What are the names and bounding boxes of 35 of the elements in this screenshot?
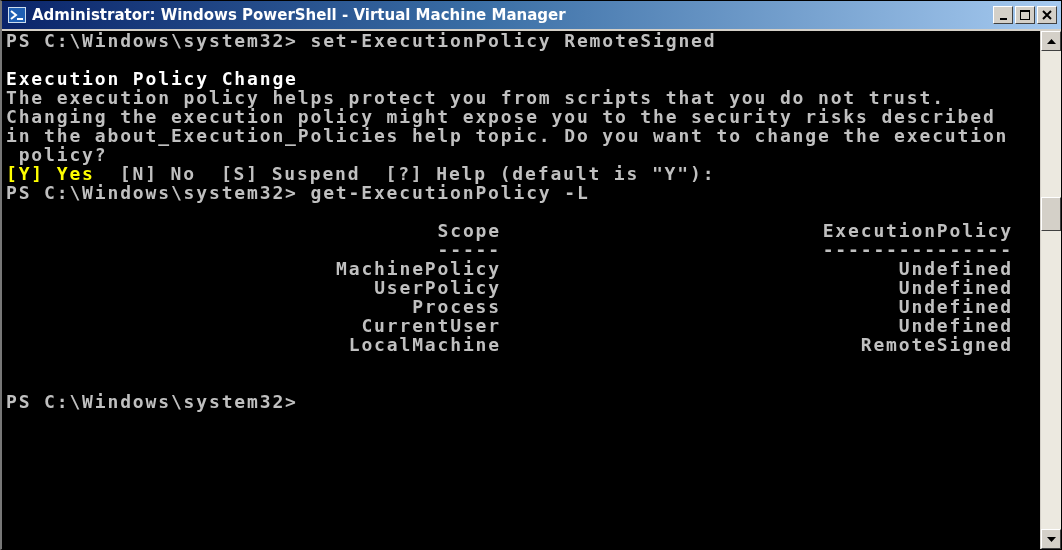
scrollbar-thumb[interactable] bbox=[1041, 197, 1061, 231]
close-icon bbox=[1042, 10, 1052, 20]
prompt-choice: [S] Suspend bbox=[220, 163, 361, 184]
header-underline: ----- bbox=[436, 240, 501, 259]
column-header: ExecutionPolicy bbox=[821, 221, 1013, 240]
minimize-icon bbox=[999, 18, 1007, 20]
maximize-icon bbox=[1020, 10, 1030, 20]
down-arrow-icon bbox=[1046, 536, 1056, 542]
table-cell-text: Undefined bbox=[897, 278, 1013, 297]
prompt-choice: [?] Help (default is "Y"): bbox=[385, 163, 716, 184]
prompt-choice: [N] No bbox=[119, 163, 196, 184]
table-cell-text: RemoteSigned bbox=[859, 335, 1013, 354]
column-header: Scope bbox=[436, 221, 501, 240]
scroll-down-button[interactable] bbox=[1041, 529, 1061, 549]
table-cell-text: Process bbox=[412, 297, 501, 316]
table-cell-text: Undefined bbox=[897, 259, 1013, 278]
console-line: PS C:\Windows\system32> set-ExecutionPolicy RemoteSigned bbox=[6, 31, 717, 51]
table-cell-text: Undefined bbox=[897, 316, 1013, 335]
table-cell-text: MachinePolicy bbox=[335, 259, 501, 278]
maximize-button[interactable] bbox=[1015, 6, 1035, 24]
scroll-up-button[interactable] bbox=[1041, 31, 1061, 51]
table-cell-text: Undefined bbox=[897, 297, 1013, 316]
table-cell-text: LocalMachine bbox=[347, 335, 501, 354]
close-button[interactable] bbox=[1037, 6, 1057, 24]
table-cell-text: CurrentUser bbox=[360, 316, 501, 335]
console-heading: Execution Policy Change bbox=[6, 68, 298, 89]
header-underline: --------------- bbox=[821, 240, 1013, 259]
table-cell-text: UserPolicy bbox=[374, 278, 501, 297]
window-title: Administrator: Windows PowerShell - Virtual Machine Manager bbox=[32, 6, 567, 24]
terminal-icon bbox=[8, 7, 26, 23]
vertical-scrollbar[interactable] bbox=[1040, 31, 1061, 549]
minimize-button[interactable] bbox=[993, 6, 1013, 24]
up-arrow-icon bbox=[1046, 38, 1056, 44]
console-line: PS C:\Windows\system32> bbox=[6, 391, 298, 412]
console-line: policy? bbox=[18, 144, 108, 165]
